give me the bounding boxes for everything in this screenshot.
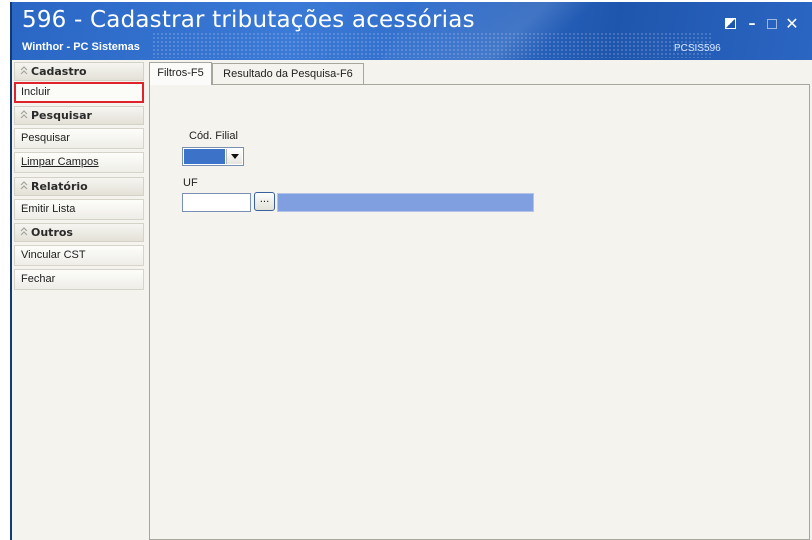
tab-filtros[interactable]: Filtros-F5 [149, 62, 212, 85]
sidebar-section-title: Pesquisar [31, 109, 92, 122]
sidebar-section-pesquisar[interactable]: Pesquisar [14, 106, 144, 125]
window-title: 596 - Cadastrar tributações acessórias [22, 7, 475, 33]
sidebar-item-fechar[interactable]: Fechar [14, 269, 144, 290]
content-panel: Filtros-F5 Resultado da Pesquisa-F6 Cód.… [149, 62, 810, 540]
sidebar-item-emitir-lista[interactable]: Emitir Lista [14, 199, 144, 220]
sidebar-section-title: Relatório [31, 180, 88, 193]
app-window: 596 - Cadastrar tributações acessórias W… [10, 2, 812, 540]
minimize-icon[interactable]: – [744, 16, 760, 32]
chevron-up-icon [19, 66, 29, 76]
uf-label: UF [183, 177, 198, 189]
sidebar-item-label: Incluir [21, 86, 51, 98]
sidebar-section-title: Cadastro [31, 65, 87, 78]
module-code: PCSIS596 [674, 43, 721, 54]
sidebar-section-cadastro[interactable]: Cadastro [14, 62, 144, 81]
tab-label: Resultado da Pesquisa-F6 [223, 68, 353, 80]
client-area: Cadastro Incluir Pesquisar Pesquisar Lim… [12, 60, 812, 540]
sidebar-item-incluir[interactable]: Incluir [14, 82, 144, 103]
sidebar-item-label: Limpar Campos [21, 156, 99, 168]
cod-filial-label: Cód. Filial [189, 130, 238, 142]
close-icon[interactable]: ✕ [784, 16, 800, 32]
chevron-up-icon [19, 181, 29, 191]
title-bar-pattern [152, 32, 712, 58]
sidebar-item-vincular-cst[interactable]: Vincular CST [14, 245, 144, 266]
sidebar-item-label: Pesquisar [21, 132, 70, 144]
chevron-down-icon[interactable] [226, 149, 242, 164]
sidebar-item-label: Vincular CST [21, 249, 86, 261]
filters-panel: Cód. Filial UF ... [149, 84, 810, 540]
sidebar: Cadastro Incluir Pesquisar Pesquisar Lim… [14, 62, 144, 290]
sidebar-item-pesquisar[interactable]: Pesquisar [14, 128, 144, 149]
sidebar-item-limpar-campos[interactable]: Limpar Campos [14, 152, 144, 173]
window-subtitle: Winthor - PC Sistemas [22, 41, 140, 53]
tab-strip: Filtros-F5 Resultado da Pesquisa-F6 [149, 62, 810, 85]
sidebar-section-outros[interactable]: Outros [14, 223, 144, 242]
chevron-up-icon [19, 110, 29, 120]
uf-search-button[interactable]: ... [254, 192, 275, 211]
sidebar-section-relatorio[interactable]: Relatório [14, 177, 144, 196]
sidebar-item-label: Emitir Lista [21, 203, 76, 215]
chevron-up-icon [19, 227, 29, 237]
tab-label: Filtros-F5 [157, 67, 204, 79]
cod-filial-select[interactable] [182, 147, 244, 166]
tab-resultado-pesquisa[interactable]: Resultado da Pesquisa-F6 [212, 63, 364, 84]
sidebar-item-label: Fechar [21, 273, 56, 285]
restore-icon[interactable] [723, 16, 739, 32]
uf-input[interactable] [182, 193, 251, 212]
sidebar-section-title: Outros [31, 226, 73, 239]
title-bar[interactable]: 596 - Cadastrar tributações acessórias W… [12, 2, 812, 60]
uf-description-field [277, 193, 534, 212]
maximize-icon[interactable] [764, 16, 780, 32]
cod-filial-value [184, 149, 225, 164]
